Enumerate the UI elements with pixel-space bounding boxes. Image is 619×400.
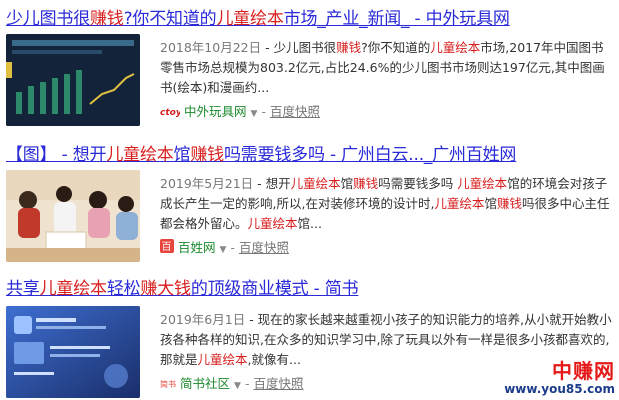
keyword-highlight: 儿童绘本 xyxy=(457,176,508,191)
text-segment: 轻松 xyxy=(106,279,141,299)
result-title-link[interactable]: 共享儿童绘本轻松赚大钱的顶级商业模式 - 简书 xyxy=(6,278,359,300)
text-segment: 少儿图书很 xyxy=(6,9,90,29)
watermark-en: www.you85.com xyxy=(504,382,615,396)
keyword-highlight: 儿童绘本 xyxy=(434,196,485,211)
baixing-logo-icon: 百 xyxy=(160,239,174,258)
text-segment: 吗需要钱多吗 - 广州白云..._广州百姓网 xyxy=(223,145,517,165)
keyword-highlight: 赚大钱 xyxy=(140,279,191,299)
text-segment: ?你不知道的 xyxy=(361,40,431,55)
text-segment: 馆... xyxy=(297,216,322,231)
source-name[interactable]: 中外玩具网 xyxy=(184,104,247,119)
keyword-highlight: 儿童绘本 xyxy=(106,145,174,165)
snapshot-link[interactable]: 百度快照 xyxy=(239,240,289,255)
svg-text:简书: 简书 xyxy=(160,379,176,389)
children-reading-photo-icon[interactable] xyxy=(6,170,140,262)
snapshot-link[interactable]: 百度快照 xyxy=(253,376,303,391)
svg-text:ctoy: ctoy xyxy=(160,108,180,117)
source-name[interactable]: 百姓网 xyxy=(178,240,216,255)
keyword-highlight: 赚钱 xyxy=(190,145,224,165)
keyword-highlight: 儿童绘本 xyxy=(216,9,284,29)
watermark: 中赚网 www.you85.com xyxy=(504,360,615,396)
text-segment: 馆 xyxy=(340,176,354,191)
chevron-down-icon[interactable]: ▼ xyxy=(251,109,258,119)
result-snippet: 2019年5月21日 - 想开儿童绘本馆赚钱吗需要钱多吗 儿童绘本馆的环境会对孩… xyxy=(160,174,612,234)
keyword-highlight: 赚钱 xyxy=(336,40,362,55)
keyword-highlight: 赚钱 xyxy=(496,196,522,211)
result-source: ctoy 中外玩具网 ▼ - 百度快照 xyxy=(160,103,320,123)
watermark-cn: 中赚网 xyxy=(552,359,615,383)
text-segment: - 少儿图书很 xyxy=(261,40,337,55)
ctoy-logo-icon: ctoy xyxy=(160,104,183,122)
result-source: 百 百姓网 ▼ - 百度快照 xyxy=(160,239,289,259)
keyword-highlight: 儿童绘本 xyxy=(247,216,298,231)
text-segment: 共享 xyxy=(6,279,40,299)
result-snippet: 2018年10月22日 - 少儿图书很赚钱?你不知道的儿童绘本市场,2017年中… xyxy=(160,38,612,98)
chevron-down-icon[interactable]: ▼ xyxy=(220,245,227,255)
chevron-down-icon[interactable]: ▼ xyxy=(234,381,241,391)
separator: - xyxy=(230,240,235,255)
keyword-highlight: 儿童绘本 xyxy=(430,40,481,55)
result-title-link[interactable]: 【图】 - 想开儿童绘本馆赚钱吗需要钱多吗 - 广州白云..._广州百姓网 xyxy=(6,144,516,166)
result-date: 2019年6月1日 xyxy=(160,312,246,327)
chart-thumbnail-icon[interactable] xyxy=(6,34,140,126)
text-segment: 馆 xyxy=(173,145,191,165)
text-segment: 的顶级商业模式 - 简书 xyxy=(190,279,359,299)
text-segment: 吗需要钱多吗 xyxy=(378,176,458,191)
text-segment: ?你不知道的 xyxy=(123,9,217,29)
text-segment: 【图】 - 想开 xyxy=(6,145,107,165)
result-date: 2018年10月22日 xyxy=(160,40,262,55)
separator: - xyxy=(244,376,250,391)
membership-card-icon[interactable] xyxy=(6,306,140,398)
result-title-link[interactable]: 少儿图书很赚钱?你不知道的儿童绘本市场_产业_新闻_ - 中外玩具网 xyxy=(6,8,510,30)
result-source: 简书 简书社区 ▼ - 百度快照 xyxy=(160,375,303,395)
source-name[interactable]: 简书社区 xyxy=(180,376,230,391)
keyword-highlight: 赚钱 xyxy=(90,9,124,29)
keyword-highlight: 儿童绘本 xyxy=(197,352,248,367)
snapshot-link[interactable]: 百度快照 xyxy=(270,104,320,119)
separator: - xyxy=(261,104,266,119)
text-segment: 馆 xyxy=(484,196,497,211)
svg-text:百: 百 xyxy=(162,241,172,253)
keyword-highlight: 儿童绘本 xyxy=(290,176,341,191)
text-segment: 市场_产业_新闻_ - 中外玩具网 xyxy=(283,9,510,29)
keyword-highlight: 赚钱 xyxy=(353,176,379,191)
text-segment: ,就像有... xyxy=(247,352,301,367)
text-segment: - 想开 xyxy=(253,176,291,191)
keyword-highlight: 儿童绘本 xyxy=(39,279,107,299)
jianshu-logo-icon: 简书 xyxy=(160,376,176,394)
result-date: 2019年5月21日 xyxy=(160,176,254,191)
